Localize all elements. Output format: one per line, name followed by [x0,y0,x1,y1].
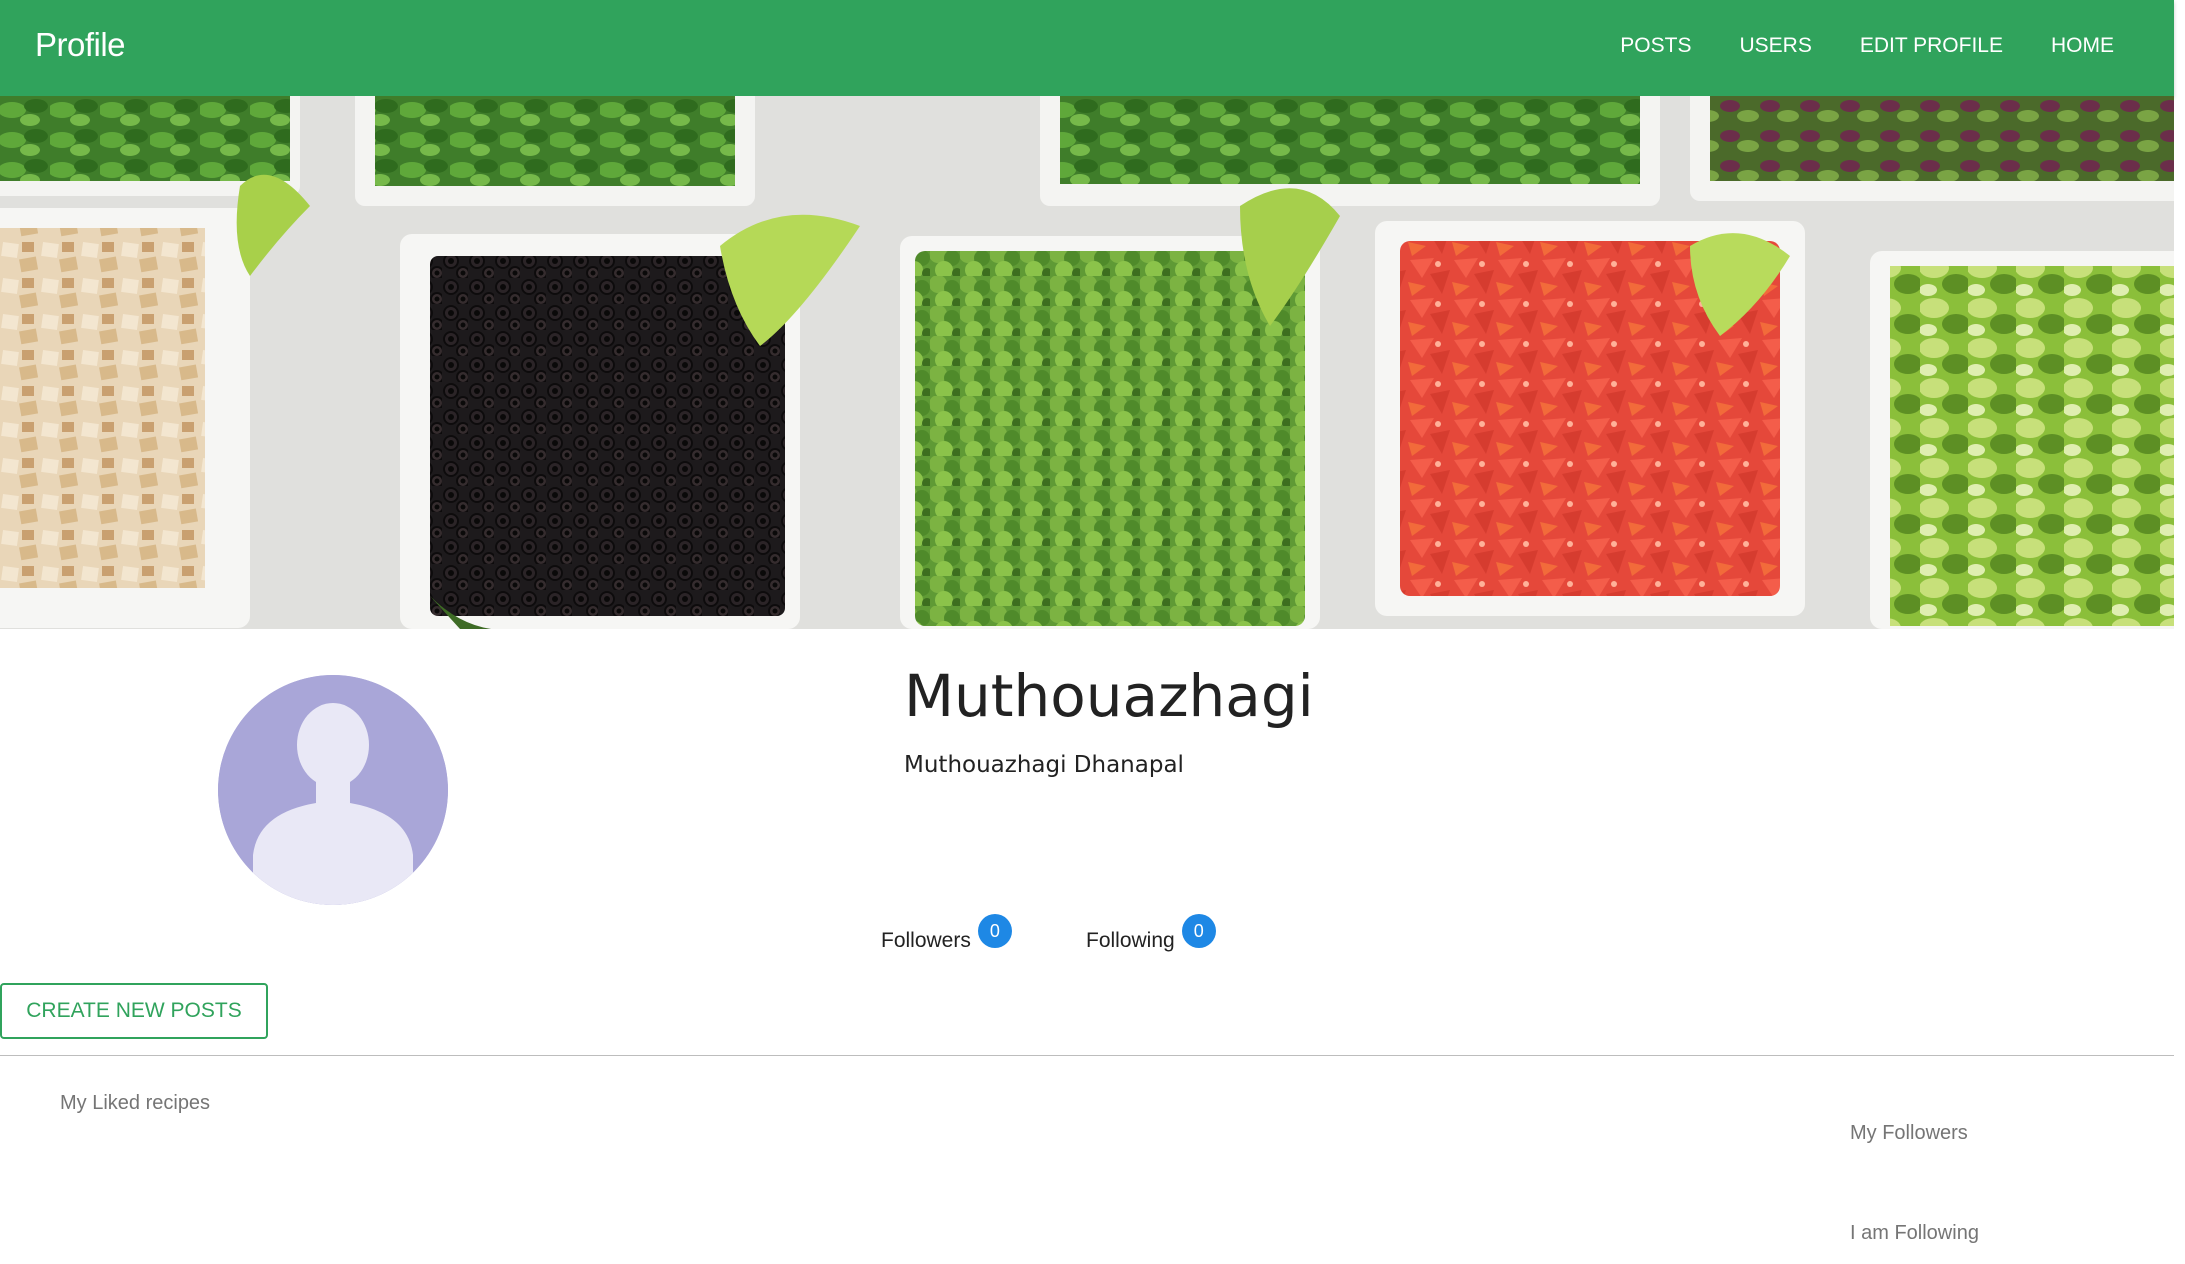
followers-label: Followers [881,929,971,952]
followers-count-badge: 0 [977,914,1012,948]
person-silhouette-icon [218,675,448,905]
nav-links: POSTS USERS EDIT PROFILE HOME [1620,34,2114,58]
nav-link-home[interactable]: HOME [2051,34,2114,58]
followers-stat[interactable]: Followers 0 [881,914,1012,953]
top-navbar: Profile POSTS USERS EDIT PROFILE HOME [0,0,2174,96]
profile-full-name: Muthouazhagi Dhanapal [904,752,1184,778]
profile-username: Muthouazhagi [904,662,1314,730]
nav-link-posts[interactable]: POSTS [1620,34,1691,58]
following-count-badge: 0 [1181,914,1216,948]
create-new-posts-button[interactable]: CREATE NEW POSTS [0,983,268,1039]
section-divider [0,1055,2174,1056]
avatar [218,675,448,905]
following-stat[interactable]: Following 0 [1086,914,1216,953]
brand-title[interactable]: Profile [35,26,126,64]
nav-link-users[interactable]: USERS [1739,34,1811,58]
liked-recipes-heading: My Liked recipes [60,1092,211,1114]
cover-banner-image [0,96,2174,629]
nav-link-edit-profile[interactable]: EDIT PROFILE [1860,34,2003,58]
profile-page: Profile POSTS USERS EDIT PROFILE HOME Mu… [0,0,2185,1264]
my-followers-heading[interactable]: My Followers [1850,1122,1968,1145]
following-label: Following [1086,929,1175,952]
i-am-following-heading[interactable]: I am Following [1850,1222,1979,1245]
